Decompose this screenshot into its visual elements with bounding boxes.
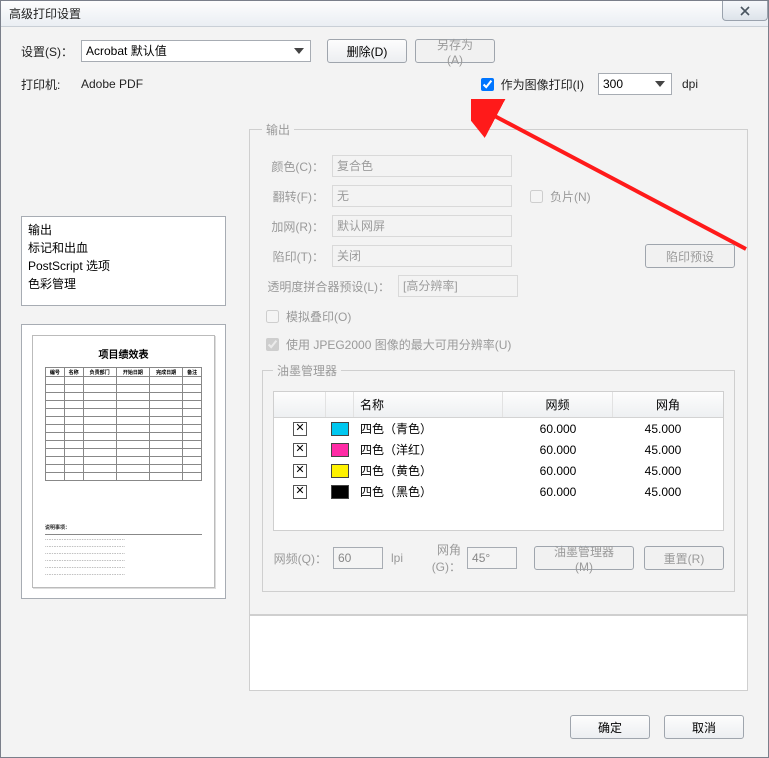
- ink-freq: 60.000: [503, 485, 613, 499]
- ink-swatch: [331, 464, 349, 478]
- screen-label: 加网(R)：: [262, 218, 332, 235]
- negative-input: [530, 190, 543, 203]
- ink-enabled-icon: ✕: [293, 443, 307, 457]
- delete-button[interactable]: 删除(D): [327, 39, 407, 63]
- angle-input: [467, 547, 517, 569]
- ink-name: 四色（黑色）: [354, 483, 503, 500]
- ink-enabled-icon: ✕: [293, 485, 307, 499]
- section-item[interactable]: 输出: [28, 221, 219, 239]
- section-item[interactable]: PostScript 选项: [28, 257, 219, 275]
- page-preview: 项目绩效表 编号名称 负责部门开始日期 完成日期备注: [21, 324, 226, 599]
- ink-swatch: [331, 422, 349, 436]
- freq-input: [333, 547, 383, 569]
- ink-table-body: ✕四色（青色）60.00045.000✕四色（洋红）60.00045.000✕四…: [274, 418, 723, 530]
- trap-select: 关闭: [332, 245, 512, 267]
- ink-manager-fieldset: 油墨管理器 名称 网频 网角 ✕四色（青色）60.00045.000✕四色（洋红…: [262, 362, 735, 592]
- flip-label: 翻转(F)：: [262, 188, 332, 205]
- flip-select: 无: [332, 185, 512, 207]
- saveas-button[interactable]: 另存为(A): [415, 39, 495, 63]
- preview-page: 项目绩效表 编号名称 负责部门开始日期 完成日期备注: [32, 335, 215, 588]
- color-select: 复合色: [332, 155, 512, 177]
- ink-manager-legend: 油墨管理器: [273, 362, 341, 379]
- ink-angle: 45.000: [613, 485, 723, 499]
- settings-label: 设置(S)：: [21, 43, 81, 60]
- print-as-image-input[interactable]: [481, 78, 494, 91]
- ink-name: 四色（黄色）: [354, 462, 503, 479]
- titlebar: 高级打印设置: [1, 1, 768, 27]
- ink-freq: 60.000: [503, 464, 613, 478]
- ink-swatch: [331, 443, 349, 457]
- dialog-buttons: 确定 取消: [570, 715, 744, 739]
- use-jpeg2000-checkbox: 使用 JPEG2000 图像的最大可用分辨率(U): [262, 335, 511, 354]
- ink-name: 四色（青色）: [354, 420, 503, 437]
- dpi-unit: dpi: [682, 77, 698, 91]
- print-as-image-checkbox[interactable]: 作为图像打印(I): [477, 75, 584, 94]
- trap-label: 陷印(T)：: [262, 248, 332, 265]
- window-title: 高级打印设置: [9, 5, 81, 22]
- close-icon: [740, 6, 750, 16]
- ink-table-header: 名称 网频 网角: [274, 392, 723, 418]
- dpi-select[interactable]: 300: [598, 73, 672, 95]
- ink-swatch: [331, 485, 349, 499]
- description-box: [249, 615, 748, 691]
- flattener-select: [高分辨率]: [398, 275, 518, 297]
- ink-angle: 45.000: [613, 422, 723, 436]
- section-list[interactable]: 输出 标记和出血 PostScript 选项 色彩管理: [21, 216, 226, 306]
- screen-select: 默认网屏: [332, 215, 512, 237]
- printer-row: 打印机: Adobe PDF 作为图像打印(I) 300 dpi: [21, 73, 748, 95]
- ink-table: 名称 网频 网角 ✕四色（青色）60.00045.000✕四色（洋红）60.00…: [273, 391, 724, 531]
- ink-enabled-icon: ✕: [293, 464, 307, 478]
- ink-angle: 45.000: [613, 464, 723, 478]
- trap-preset-button: 陷印预设: [645, 244, 735, 268]
- ink-row[interactable]: ✕ 四色（青色）60.00045.000: [274, 418, 723, 439]
- freq-label: 网频(Q)：: [273, 550, 333, 567]
- section-item[interactable]: 色彩管理: [28, 275, 219, 293]
- close-button[interactable]: [722, 1, 768, 21]
- cancel-button[interactable]: 取消: [664, 715, 744, 739]
- ink-row[interactable]: ✕ 四色（黄色）60.00045.000: [274, 460, 723, 481]
- section-item[interactable]: 标记和出血: [28, 239, 219, 257]
- preview-footer: 说明事项： ··································…: [45, 525, 202, 579]
- ink-manager-button: 油墨管理器(M): [534, 546, 634, 570]
- ink-row[interactable]: ✕ 四色（黑色）60.00045.000: [274, 481, 723, 502]
- settings-select[interactable]: Acrobat 默认值: [81, 40, 311, 62]
- right-panel: 输出 颜色(C)： 复合色 翻转(F)： 无 负片(N) 加网(R)： 默认网屏…: [249, 121, 748, 625]
- dialog-window: 高级打印设置 设置(S)： Acrobat 默认值 删除(D) 另存为(A) 打…: [0, 0, 769, 758]
- flattener-label: 透明度拼合器预设(L)：: [262, 278, 398, 295]
- settings-row: 设置(S)： Acrobat 默认值 删除(D) 另存为(A): [21, 39, 748, 63]
- ink-angle: 45.000: [613, 443, 723, 457]
- reset-button: 重置(R): [644, 546, 724, 570]
- simulate-overprint-checkbox: 模拟叠印(O): [262, 307, 351, 326]
- simulate-overprint-input: [266, 310, 279, 323]
- color-label: 颜色(C)：: [262, 158, 332, 175]
- ink-row[interactable]: ✕ 四色（洋红）60.00045.000: [274, 439, 723, 460]
- negative-checkbox: 负片(N): [526, 187, 591, 206]
- ok-button[interactable]: 确定: [570, 715, 650, 739]
- printer-label: 打印机:: [21, 76, 81, 93]
- printer-value: Adobe PDF: [81, 77, 281, 91]
- preview-table: 编号名称 负责部门开始日期 完成日期备注: [45, 367, 202, 481]
- use-jpeg2000-input: [266, 338, 279, 351]
- ink-freq: 60.000: [503, 443, 613, 457]
- ink-freq: 60.000: [503, 422, 613, 436]
- ink-name: 四色（洋红）: [354, 441, 503, 458]
- left-panel: 输出 标记和出血 PostScript 选项 色彩管理 项目绩效表 编号名称 负…: [21, 216, 226, 599]
- angle-label: 网角(G)：: [411, 541, 467, 575]
- output-legend: 输出: [262, 121, 294, 138]
- output-fieldset: 输出 颜色(C)： 复合色 翻转(F)： 无 负片(N) 加网(R)： 默认网屏…: [249, 121, 748, 615]
- ink-enabled-icon: ✕: [293, 422, 307, 436]
